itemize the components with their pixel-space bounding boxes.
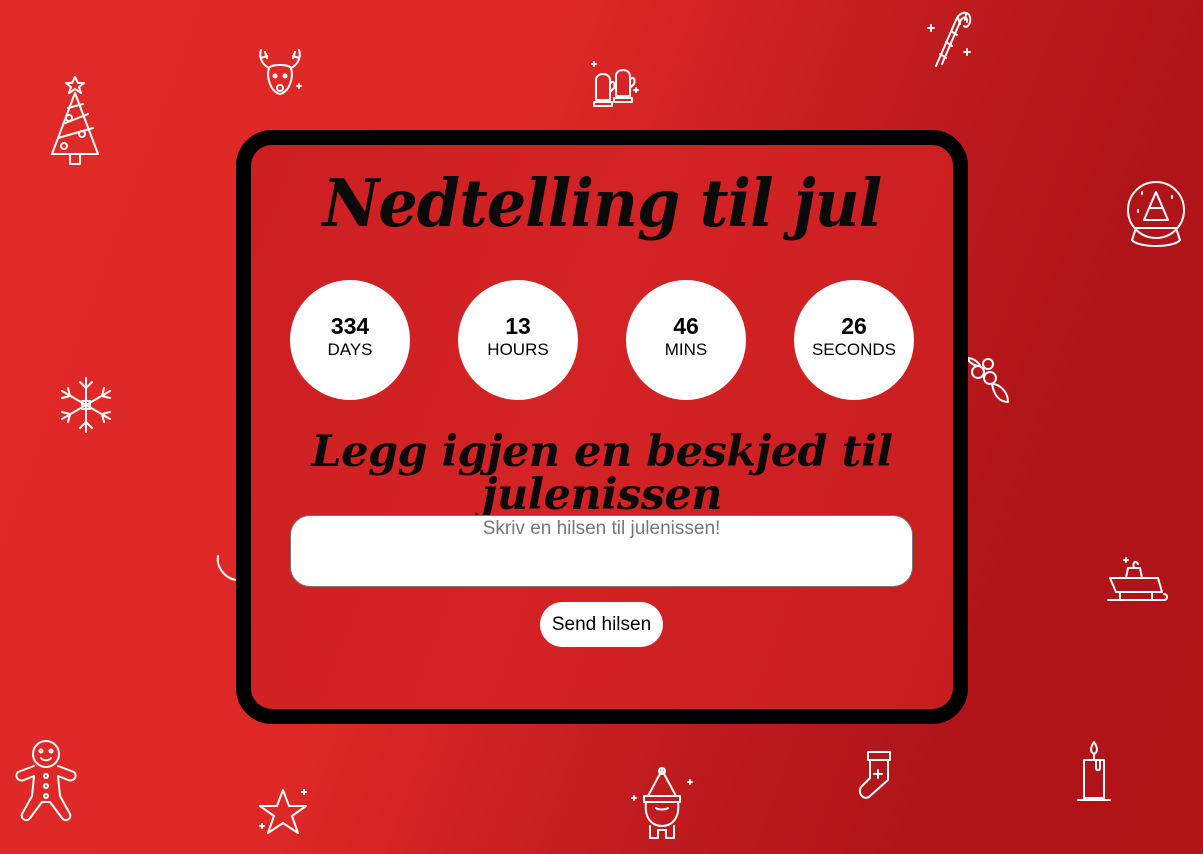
sleigh-icon [1106,556,1170,606]
reindeer-icon [257,48,303,96]
santa-icon [628,767,696,844]
hours-counter: 13 HOURS [458,280,578,400]
star-icon [256,786,310,838]
christmas-tree-icon [50,76,102,168]
mins-label: MINS [664,340,708,359]
days-value: 334 [330,313,370,339]
hours-label: HOURS [487,340,549,359]
holly-icon [964,350,1012,406]
countdown-card: Nedtelling til jul 334 DAYS 13 HOURS 46 … [236,130,968,724]
days-counter: 334 DAYS [290,280,410,400]
seconds-value: 26 [841,313,867,339]
snowflake-icon [58,376,114,434]
candy-cane-icon [924,4,976,70]
mittens-icon [588,60,640,108]
days-label: DAYS [327,340,373,359]
seconds-counter: 26 SECONDS [794,280,914,400]
hours-value: 13 [505,313,531,339]
send-message-button[interactable]: Send hilsen [540,602,663,647]
ornament-icon [214,550,238,582]
page-title: Nedtelling til jul [322,165,883,242]
snow-globe-icon [1124,178,1188,250]
seconds-label: SECONDS [811,340,897,359]
mins-value: 46 [673,313,699,339]
gingerbread-man-icon [12,738,80,824]
message-input[interactable] [290,515,913,587]
mins-counter: 46 MINS [626,280,746,400]
stocking-icon [858,750,896,802]
message-heading: Legg igjen en beskjed til julenissen [311,427,893,520]
candle-icon [1076,740,1112,802]
